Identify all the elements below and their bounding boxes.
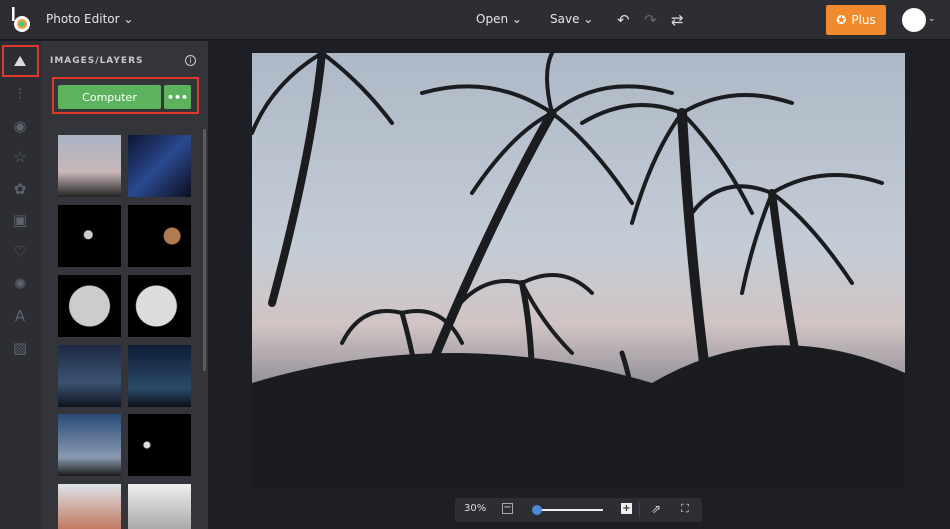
info-icon[interactable]: i: [185, 55, 196, 66]
top-bar: Photo Editor ⌄ Open ⌄ Save ⌄ ↶ ↷ ⇄ ✪ Plus…: [0, 0, 950, 40]
panel-scrollbar[interactable]: [203, 129, 206, 371]
computer-upload-button[interactable]: Computer: [58, 85, 161, 109]
app-title: Photo Editor: [46, 12, 120, 26]
images-layers-panel: IMAGES/LAYERS i Computer •••: [41, 41, 208, 529]
divider: [639, 502, 640, 518]
open-menu[interactable]: Open ⌄: [476, 12, 522, 26]
thumbnail-dancer[interactable]: [58, 414, 121, 476]
selected-tool-highlight: [2, 45, 39, 77]
plus-label: Plus: [851, 13, 876, 27]
thumbnail-stars-person[interactable]: [128, 345, 191, 407]
expand-icon[interactable]: ⇗: [651, 502, 661, 516]
panel-title: IMAGES/LAYERS: [50, 56, 144, 66]
plus-button[interactable]: ✪ Plus: [826, 5, 886, 35]
thumbnail-moon-red[interactable]: [128, 205, 191, 267]
thumbnail-crescent[interactable]: [128, 414, 191, 476]
heart-icon[interactable]: ♡: [10, 242, 30, 262]
avatar[interactable]: [902, 8, 926, 32]
zoom-in-button[interactable]: +: [621, 503, 632, 514]
open-label: Open: [476, 12, 509, 26]
save-menu[interactable]: Save ⌄: [550, 12, 593, 26]
effects-icon[interactable]: ✿: [10, 179, 30, 199]
adjust-icon[interactable]: ⫶: [10, 84, 30, 104]
texture-icon[interactable]: ▨: [10, 338, 30, 358]
thumbnail-palms[interactable]: [58, 135, 121, 197]
text-icon[interactable]: A: [10, 306, 30, 326]
more-sources-button[interactable]: •••: [164, 85, 191, 109]
redo-icon[interactable]: ↷: [644, 11, 657, 29]
thumbnail-half-moon[interactable]: [128, 275, 191, 337]
thumbnail-moon-small[interactable]: [58, 205, 121, 267]
zoom-level: 30%: [464, 503, 487, 514]
star-circle-icon: ✪: [836, 13, 847, 27]
thumbnail-full-moon[interactable]: [58, 275, 121, 337]
fit-screen-icon[interactable]: ⛶: [681, 502, 689, 516]
palm-silhouettes: [252, 53, 905, 489]
zoom-toolbar: 30% − + ⇗ ⛶: [455, 498, 702, 522]
thumbnail-mountain-dusk[interactable]: [58, 345, 121, 407]
eye-icon[interactable]: ◉: [10, 116, 30, 136]
swap-icon[interactable]: ⇄: [671, 11, 684, 29]
logo-icon[interactable]: [10, 7, 32, 33]
zoom-slider[interactable]: [533, 509, 603, 511]
zoom-out-button[interactable]: −: [502, 503, 513, 514]
chevron-down-icon[interactable]: ⌄: [928, 14, 936, 24]
thumbnail-fog[interactable]: [128, 484, 191, 529]
graphics-icon[interactable]: ✺: [10, 274, 30, 294]
save-label: Save: [550, 12, 580, 26]
thumbnail-night-sky[interactable]: [128, 135, 191, 197]
canvas-photo[interactable]: [252, 53, 905, 489]
undo-icon[interactable]: ↶: [617, 11, 630, 29]
zoom-slider-handle[interactable]: [532, 505, 542, 515]
star-icon[interactable]: ☆: [10, 147, 30, 167]
thumbnail-person[interactable]: [58, 484, 121, 529]
app-title-menu[interactable]: Photo Editor ⌄: [46, 12, 133, 26]
frame-icon[interactable]: ▣: [10, 210, 30, 230]
tool-sidebar: ⛰ ⫶ ◉ ☆ ✿ ▣ ♡ ✺ A ▨: [0, 41, 41, 529]
